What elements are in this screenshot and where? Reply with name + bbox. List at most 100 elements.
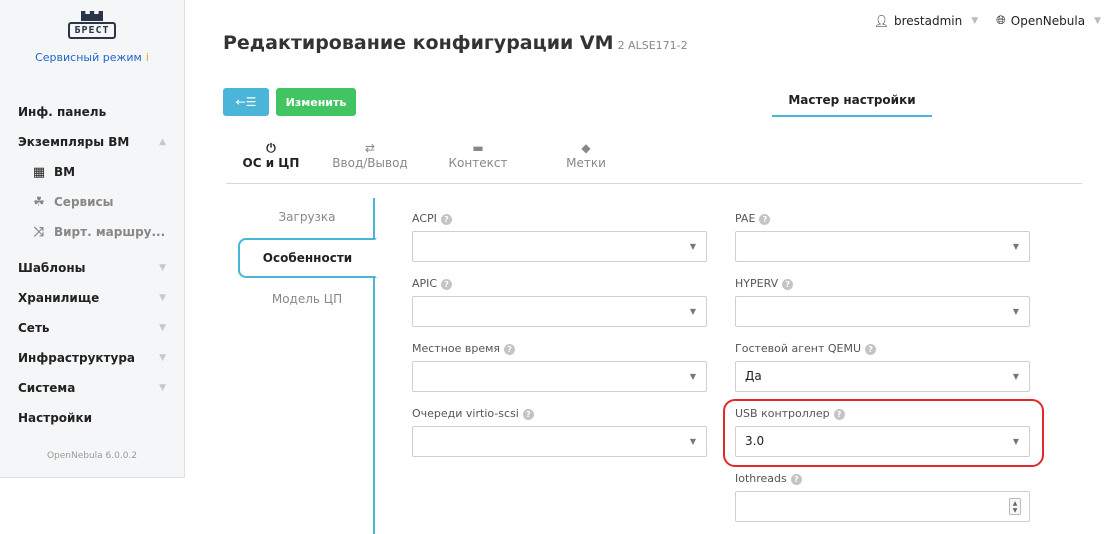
main-menu: Инф. панель Экземпляры ВМ ▲ ▦ ВМ ☘ Серви… [0, 97, 184, 433]
caret-down-icon: ▼ [1012, 372, 1019, 381]
help-icon[interactable]: ? [759, 214, 771, 225]
back-to-list-button[interactable]: ←☰ [223, 88, 269, 116]
acpi-field: ACPI? ▼ [412, 212, 707, 262]
help-icon[interactable]: ? [790, 474, 802, 485]
menu-label: Система [18, 381, 76, 395]
chevron-down-icon: ▼ [159, 383, 166, 393]
field-label: APIC? [412, 277, 707, 291]
label-text: USB контроллер [735, 407, 830, 420]
virtio-scsi-select[interactable]: ▼ [412, 426, 707, 457]
help-icon[interactable]: ? [504, 344, 516, 355]
tab-os-cpu[interactable]: ⏻ ОС и ЦП [226, 138, 316, 183]
brest-logo-icon: БРЕСТ [62, 11, 122, 47]
help-icon[interactable]: ? [833, 409, 845, 420]
menu-item-settings[interactable]: Настройки [0, 403, 184, 433]
subtab-features[interactable]: Особенности [238, 238, 377, 278]
field-label: Гостевой агент QEMU? [735, 342, 1030, 356]
usb-controller-select[interactable]: 3.0 ▼ [735, 426, 1030, 457]
caret-down-icon: ▼ [689, 242, 696, 251]
label-text: Iothreads [735, 472, 787, 485]
subtab-cpu-model[interactable]: Модель ЦП [238, 280, 376, 318]
menu-label: Вирт. маршру... [54, 225, 166, 239]
iothreads-field: Iothreads? ▲ ▼ [735, 472, 1030, 522]
menu-item-services[interactable]: ☘ Сервисы [0, 187, 184, 217]
config-tabs: ⏻ ОС и ЦП ⇄ Ввод/Вывод ▬ Контекст ◆ Метк… [226, 138, 1082, 184]
caret-down-icon: ▼ [1012, 242, 1019, 251]
menu-item-virtual-routers[interactable]: ⤨ Вирт. маршру... [0, 217, 184, 247]
guest-agent-select[interactable]: Да ▼ [735, 361, 1030, 392]
hyperv-select[interactable]: ▼ [735, 296, 1030, 327]
mode-text: Сервисный режим [35, 51, 142, 64]
menu-label: Хранилище [18, 291, 100, 305]
tab-label: Контекст [448, 156, 508, 170]
acpi-select[interactable]: ▼ [412, 231, 707, 262]
user-menu[interactable]: 👤︎ brestadmin ▼ [874, 13, 978, 28]
logo[interactable]: БРЕСТ Сервисный режим i [0, 0, 184, 75]
apic-field: APIC? ▼ [412, 277, 707, 327]
tab-label: ОС и ЦП [242, 156, 300, 170]
info-icon[interactable]: i [146, 51, 149, 64]
virtio-scsi-field: Очереди virtio-scsi? ▼ [412, 407, 707, 457]
menu-label: Экземпляры ВМ [18, 135, 130, 149]
pae-field: PAE? ▼ [735, 212, 1030, 262]
label-text: ACPI [412, 212, 437, 225]
apic-select[interactable]: ▼ [412, 296, 707, 327]
menu-item-dashboard[interactable]: Инф. панель [0, 97, 184, 127]
field-label: Местное время? [412, 342, 707, 356]
sidebar: БРЕСТ Сервисный режим i Инф. панель Экзем… [0, 0, 185, 478]
menu-item-system[interactable]: Система ▼ [0, 373, 184, 403]
user-icon: 👤︎ [873, 13, 889, 28]
chevron-down-icon: ▼ [159, 323, 166, 333]
tag-icon: ◆ [581, 141, 591, 155]
subtab-boot[interactable]: Загрузка [238, 198, 376, 236]
user-area: 👤︎ brestadmin ▼ 🌐︎ OpenNebula ▼ [874, 13, 1101, 28]
username: brestadmin [893, 13, 963, 28]
power-icon: ⏻ [266, 141, 276, 155]
menu-label: Шаблоны [18, 261, 86, 275]
os-subtabs: Загрузка Особенности Модель ЦП [238, 198, 377, 534]
iothreads-input[interactable]: ▲ ▼ [735, 491, 1030, 522]
wizard-tab[interactable]: Мастер настройки [772, 85, 932, 117]
field-label: Iothreads? [735, 472, 1030, 486]
tab-tags[interactable]: ◆ Метки [532, 138, 640, 183]
help-icon[interactable]: ? [782, 279, 794, 290]
help-icon[interactable]: ? [865, 344, 877, 355]
help-icon[interactable]: ? [441, 279, 453, 290]
caret-down-icon: ▼ [1012, 307, 1019, 316]
label-text: Очереди virtio-scsi [412, 407, 519, 420]
field-label: USB контроллер? [735, 407, 1030, 421]
tab-label: Метки [566, 156, 606, 170]
menu-item-network[interactable]: Сеть ▼ [0, 313, 184, 343]
tab-context[interactable]: ▬ Контекст [424, 138, 532, 183]
zone-name: OpenNebula [1010, 13, 1086, 28]
menu-item-storage[interactable]: Хранилище ▼ [0, 283, 184, 313]
spinner-down-icon[interactable]: ▼ [1013, 507, 1018, 514]
caret-down-icon: ▼ [689, 307, 696, 316]
menu-label: Инф. панель [18, 105, 107, 119]
menu-item-vm-instances[interactable]: Экземпляры ВМ ▲ [0, 127, 184, 157]
menu-item-infrastructure[interactable]: Инфраструктура ▼ [0, 343, 184, 373]
spinner-up-icon[interactable]: ▲ [1013, 500, 1018, 507]
version-label: OpenNebula 6.0.0.2 [46, 451, 138, 461]
zone-menu[interactable]: 🌐︎ OpenNebula ▼ [996, 13, 1101, 28]
field-label: PAE? [735, 212, 1030, 226]
label-text: HYPERV [735, 277, 779, 290]
menu-item-templates[interactable]: Шаблоны ▼ [0, 253, 184, 283]
caret-down-icon: ▼ [689, 437, 696, 446]
help-icon[interactable]: ? [522, 409, 534, 420]
menu-item-vms[interactable]: ▦ ВМ [0, 157, 184, 187]
label-text: APIC [412, 277, 438, 290]
services-icon: ☘ [33, 194, 45, 210]
pae-select[interactable]: ▼ [735, 231, 1030, 262]
update-button[interactable]: Изменить [276, 88, 356, 116]
help-icon[interactable]: ? [440, 214, 452, 225]
select-value: 3.0 [745, 434, 765, 448]
number-spinner[interactable]: ▲ ▼ [1009, 498, 1021, 515]
grid-icon: ▦ [32, 164, 46, 180]
tab-io[interactable]: ⇄ Ввод/Вывод [316, 138, 424, 183]
localtime-select[interactable]: ▼ [412, 361, 707, 392]
chevron-down-icon: ▼ [971, 15, 979, 26]
menu-label: Настройки [18, 411, 93, 425]
page-title-text: Редактирование конфигурации VM [223, 32, 614, 54]
shuffle-icon: ⤨ [33, 224, 45, 240]
